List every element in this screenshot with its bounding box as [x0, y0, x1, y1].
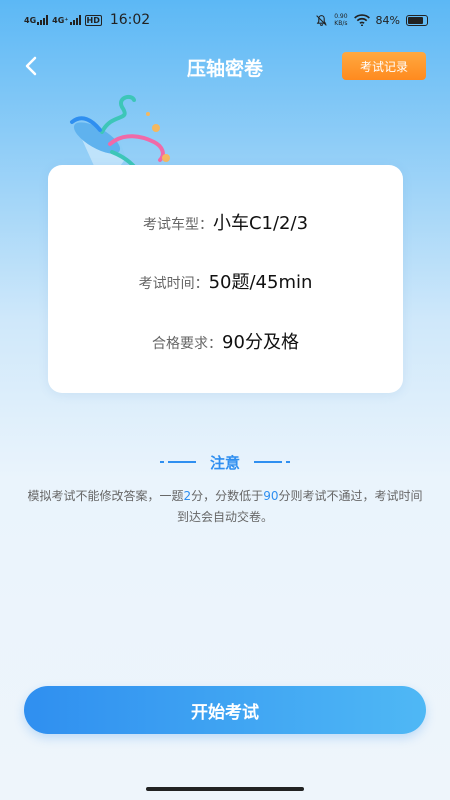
status-left: 4G 4G⁺ HD 16:02: [24, 12, 150, 28]
status-right: 0.90 KB/s 84%: [315, 13, 428, 27]
exam-info-card: 考试车型： 小车C1/2/3 考试时间： 50题/45min 合格要求： 90分…: [48, 165, 403, 393]
battery-percent: 84%: [375, 13, 400, 27]
info-label: 合格要求：: [152, 336, 223, 352]
wifi-icon: [353, 14, 370, 26]
divider: [159, 461, 196, 463]
hd-icon: HD: [84, 14, 102, 26]
info-label: 考试车型：: [142, 217, 213, 233]
clock: 16:02: [109, 12, 151, 28]
divider: [254, 461, 290, 463]
info-value: 小车C1/2/3: [212, 213, 309, 234]
info-value: 50题/45min: [208, 272, 313, 293]
notice-text: 模拟考试不能修改答案，一题2分，分数低于90分则考试不通过，考试时间到达会自动交…: [27, 489, 423, 524]
start-exam-button[interactable]: 开始考试: [24, 686, 426, 734]
mute-bell-icon: [316, 14, 327, 26]
notice-header: 注意: [0, 452, 450, 472]
info-label: 考试时间：: [138, 276, 209, 292]
home-indicator[interactable]: [146, 787, 304, 791]
nav-bar: 压轴密卷 考试记录: [0, 44, 450, 88]
network-speed: 0.90 KB/s: [334, 13, 348, 27]
cellular-signal-icon: 4G: [24, 15, 49, 25]
info-row-vehicle-type: 考试车型： 小车C1/2/3: [48, 209, 403, 235]
notice-title: 注意: [209, 453, 240, 472]
highlight-value: 90: [263, 489, 279, 503]
status-bar: 4G 4G⁺ HD 16:02 0.90 KB/s 84%: [0, 0, 450, 40]
battery-icon: [406, 14, 428, 26]
info-row-exam-time: 考试时间： 50题/45min: [48, 268, 403, 294]
info-row-pass-requirement: 合格要求： 90分及格: [48, 328, 403, 354]
cellular-signal-icon-2: 4G⁺: [52, 15, 81, 25]
info-value: 90分及格: [222, 332, 299, 353]
exam-record-button[interactable]: 考试记录: [342, 52, 426, 80]
